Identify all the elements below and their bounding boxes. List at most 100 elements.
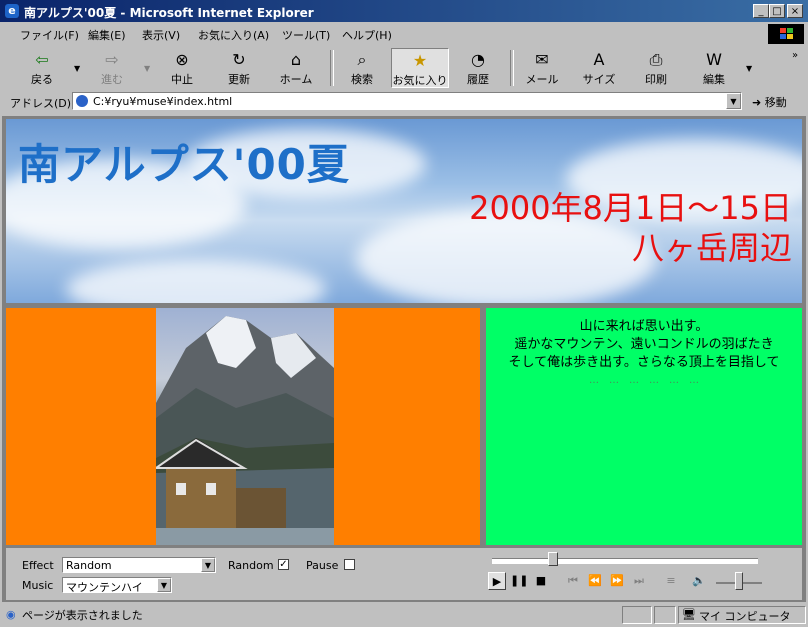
poem-line: 遥かなマウンテン、遠いコンドルの羽ばたき [514,337,774,352]
status-bar: ◉ ページが表示されました 🖥 マイ コンピュータ [0,604,808,627]
stop-button[interactable]: ⊗ 中止 [156,48,208,88]
mail-label: メール [525,73,559,86]
go-label: 移動 [764,96,787,109]
fast-forward-button[interactable]: ⏩ [608,572,626,590]
mountain-photo [156,308,334,545]
pause-checkbox[interactable] [344,559,355,570]
back-button[interactable]: ⇦ 戻る [16,48,68,88]
ie-logo-icon: e [5,4,19,18]
edit-icon: W [706,50,722,69]
address-value[interactable]: C:¥ryu¥muse¥index.html [93,95,232,108]
stop-media-button[interactable]: ■ [532,572,550,590]
history-button[interactable]: ◔ 履歴 [452,48,504,88]
poem: 山に来れば思い出す。 遥かなマウンテン、遠いコンドルの羽ばたき そして俺は歩き出… [496,318,792,390]
computer-icon: 🖥 [682,608,696,621]
toolbar-overflow-icon[interactable]: » [792,50,798,61]
music-label: Music [22,579,54,592]
page-icon [76,95,88,107]
prev-track-button[interactable]: ⏮ [564,572,582,590]
search-label: 検索 [351,73,373,86]
edit-label: 編集 [703,73,725,86]
poem-line: 山に来れば思い出す。 [579,319,709,334]
play-button[interactable]: ▶ [488,572,506,590]
effect-select[interactable]: Random ▼ [62,557,216,573]
playlist-button[interactable]: ≡ [662,572,680,590]
font-size-button[interactable]: A サイズ [573,48,625,88]
effect-label: Effect [22,559,54,572]
refresh-label: 更新 [228,73,250,86]
music-select[interactable]: マウンテンハイ ▼ [62,577,172,594]
edit-dropdown-icon[interactable]: ▼ [746,64,752,73]
toolbar: ⇦ 戻る ▼ ⇨ 進む ▼ ⊗ 中止 ↻ 更新 ⌂ ホーム ⌕ 検索 ★ お気に… [0,46,808,90]
status-cell [654,606,676,624]
poem-frame: 山に来れば思い出す。 遥かなマウンテン、遠いコンドルの羽ばたき そして俺は歩き出… [486,308,802,545]
home-label: ホーム [279,73,313,86]
mountain-image [156,316,334,545]
back-arrow-icon: ⇦ [35,50,49,69]
banner: 南アルプス'00夏 2000年8月1日～15日 八ヶ岳周辺 [6,119,802,303]
menu-favorites[interactable]: お気に入り(A) [198,27,269,43]
zone-text: マイ コンピュータ [699,610,791,623]
search-button[interactable]: ⌕ 検索 [336,48,388,88]
pause-label: Pause [306,559,339,572]
maximize-button[interactable]: □ [769,4,785,18]
refresh-button[interactable]: ↻ 更新 [213,48,265,88]
window-title: 南アルプス'00夏 - Microsoft Internet Explorer [24,6,314,20]
volume-thumb[interactable] [735,572,743,590]
pause-button[interactable]: ❚❚ [510,572,528,590]
history-label: 履歴 [467,73,489,86]
seek-thumb[interactable] [548,552,559,566]
trip-place: 八ヶ岳周辺 [631,229,792,267]
content-area: 南アルプス'00夏 2000年8月1日～15日 八ヶ岳周辺 山に来れば思い出す。… [2,116,806,602]
status-page-icon: ◉ [6,608,16,621]
page-title: 南アルプス'00夏 [18,140,350,189]
mail-icon: ✉ [535,50,549,69]
stop-label: 中止 [171,73,193,86]
history-icon: ◔ [471,50,485,69]
favorites-label: お気に入り [392,74,448,87]
speaker-icon[interactable]: 🔈 [690,572,708,590]
favorites-button[interactable]: ★ お気に入り [391,48,449,88]
print-button[interactable]: ⎙ 印刷 [630,48,682,88]
forward-dropdown-icon[interactable]: ▼ [144,64,150,73]
stop-icon: ⊗ [175,50,189,69]
menu-tools[interactable]: ツール(T) [282,27,330,43]
forward-button[interactable]: ⇨ 進む [86,48,138,88]
rewind-button[interactable]: ⏪ [586,572,604,590]
minimize-button[interactable]: _ [753,4,769,18]
menu-file[interactable]: ファイル(F) [20,27,79,43]
address-dropdown-icon[interactable]: ▼ [726,93,741,109]
home-button[interactable]: ⌂ ホーム [270,48,322,88]
slideshow-controls: Effect Random ▼ Random ✓ Pause Music マウン… [6,548,802,600]
edit-button[interactable]: W 編集 [688,48,740,88]
refresh-icon: ↻ [232,50,246,69]
status-text: ページが表示されました [22,609,143,622]
next-track-button[interactable]: ⏭ [630,572,648,590]
menu-view[interactable]: 表示(V) [142,27,180,43]
forward-arrow-icon: ⇨ [105,50,119,69]
status-cell [622,606,652,624]
mail-button[interactable]: ✉ メール [516,48,568,88]
close-button[interactable]: × [787,4,803,18]
poem-line: … … … … … … [589,375,699,386]
go-button[interactable]: ➜ 移動 [752,94,787,110]
toolbar-separator [510,50,514,86]
music-value: マウンテンハイ [66,581,143,594]
title-bar: e 南アルプス'00夏 - Microsoft Internet Explore… [0,0,808,22]
back-dropdown-icon[interactable]: ▼ [74,64,80,73]
address-label: アドレス(D) [10,97,72,110]
menu-help[interactable]: ヘルプ(H) [342,27,392,43]
menu-edit[interactable]: 編集(E) [88,27,126,43]
address-input[interactable]: C:¥ryu¥muse¥index.html ▼ [72,92,742,110]
music-dropdown-icon[interactable]: ▼ [157,578,171,592]
windows-logo-icon [768,24,804,44]
zone-cell: 🖥 マイ コンピュータ [678,606,806,624]
seek-bar[interactable] [492,558,758,564]
effect-dropdown-icon[interactable]: ▼ [201,558,215,572]
random-checkbox[interactable]: ✓ [278,559,289,570]
address-bar: アドレス(D) C:¥ryu¥muse¥index.html ▼ ➜ 移動 [0,91,808,113]
toolbar-separator [330,50,334,86]
home-icon: ⌂ [290,50,302,69]
go-arrow-icon: ➜ [752,96,762,109]
print-icon: ⎙ [649,50,663,69]
